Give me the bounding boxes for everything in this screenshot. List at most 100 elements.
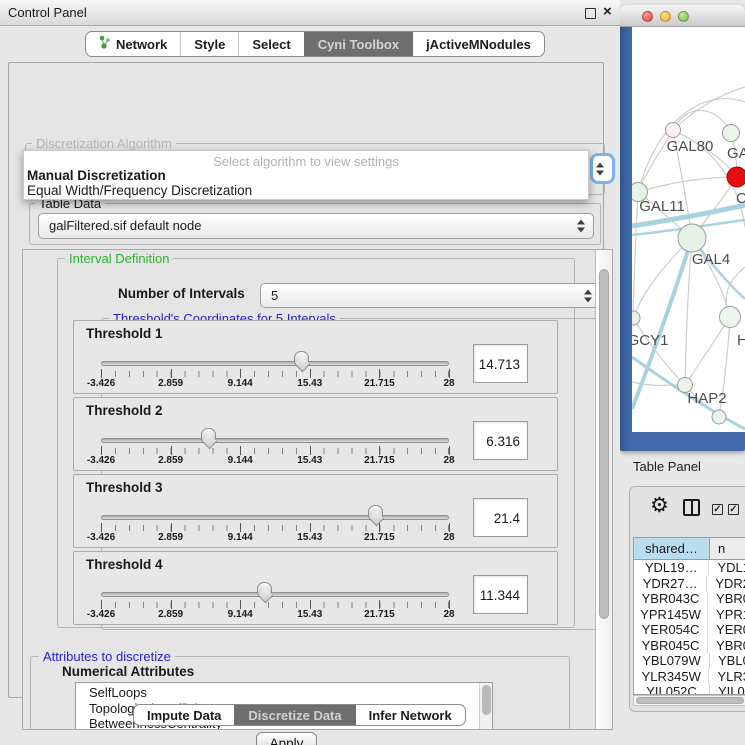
table-cell[interactable]: YDL1 xyxy=(709,560,745,576)
threshold-value-field[interactable]: 6.316 xyxy=(473,421,528,460)
vertical-scrollbar[interactable] xyxy=(595,250,612,729)
table-data-combobox[interactable]: galFiltered.sif default node xyxy=(38,213,594,239)
slider-thumb[interactable] xyxy=(294,351,309,364)
table-cell[interactable]: YBL079W xyxy=(634,653,710,669)
network-node[interactable] xyxy=(666,123,681,138)
table-cell[interactable]: YIL052C xyxy=(634,684,710,695)
columns-icon[interactable] xyxy=(683,499,700,516)
tab-select[interactable]: Select xyxy=(238,32,303,56)
slider-thumb[interactable] xyxy=(201,428,216,441)
tab-network[interactable]: Network xyxy=(86,32,180,56)
node-attribute-table: shared… n YDL19…YDL1YDR27…YDR2YBR043CYBR… xyxy=(633,537,745,695)
number-of-intervals-combobox[interactable]: 5 xyxy=(260,283,601,308)
table-cell[interactable]: YIL0 xyxy=(710,684,745,695)
table-cell[interactable]: YBR0 xyxy=(708,591,745,607)
table-cell[interactable]: YBR045C xyxy=(634,638,708,654)
float-window-icon[interactable] xyxy=(585,8,596,19)
slider-thumb[interactable] xyxy=(368,505,383,518)
scrollbar-thumb[interactable] xyxy=(636,697,744,704)
list-vertical-scrollbar[interactable] xyxy=(479,683,492,730)
tab-discretize-data[interactable]: Discretize Data xyxy=(234,705,354,725)
slider-track[interactable] xyxy=(101,438,449,443)
table-cell[interactable]: YPR145W xyxy=(634,607,708,623)
slider-track[interactable] xyxy=(101,515,449,520)
network-node-label: GAL4 xyxy=(692,251,730,268)
list-item[interactable]: SelfLoops xyxy=(89,685,492,701)
network-canvas[interactable]: GAL80GACGAL11GAL4GCY1HHAP2 xyxy=(632,27,745,432)
tick-label: 28 xyxy=(443,378,454,389)
dropdown-item-equal-width-frequency[interactable]: Equal Width/Frequency Discretization xyxy=(24,183,588,198)
threshold-slider[interactable]: -3.4262.8599.14415.4321.71528 xyxy=(101,552,449,626)
table-cell[interactable]: YLR345W xyxy=(634,669,709,685)
threshold-value-field[interactable]: 11.344 xyxy=(473,575,528,614)
table-cell[interactable]: YBR043C xyxy=(634,591,708,607)
network-node[interactable] xyxy=(678,224,706,252)
table-cell[interactable]: YBL0 xyxy=(710,653,745,669)
table-cell[interactable]: YER0 xyxy=(708,622,745,638)
tab-impute-data[interactable]: Impute Data xyxy=(134,705,234,725)
slider-thumb[interactable] xyxy=(257,582,272,595)
network-node[interactable] xyxy=(720,307,741,328)
table-row[interactable]: YBR045CYBR0 xyxy=(634,638,745,654)
table-cell[interactable]: YDR2 xyxy=(707,576,745,592)
table-row[interactable]: YBR043CYBR0 xyxy=(634,591,745,607)
tab-label: Cyni Toolbox xyxy=(318,37,399,52)
threshold-value-field[interactable]: 21.4 xyxy=(473,498,528,537)
network-node[interactable] xyxy=(723,125,740,142)
tick-label: -3.426 xyxy=(87,378,115,389)
table-cell[interactable]: YLR3 xyxy=(709,669,745,685)
network-node-label: GA xyxy=(727,145,745,162)
table-row[interactable]: YLR345WYLR3 xyxy=(634,669,745,685)
table-cell[interactable]: YDL19… xyxy=(634,560,709,576)
zoom-traffic-light-icon[interactable] xyxy=(678,11,689,22)
close-traffic-light-icon[interactable] xyxy=(642,11,653,22)
stepper-arrows-icon xyxy=(584,289,592,302)
column-header-shared-name[interactable]: shared… xyxy=(634,538,710,559)
table-row[interactable]: YBL079WYBL0 xyxy=(634,653,745,669)
network-icon xyxy=(99,35,111,53)
gear-icon[interactable]: ⚙ xyxy=(650,493,669,518)
table-cell[interactable]: YPR1 xyxy=(708,607,745,623)
threshold-value-field[interactable]: 14.713 xyxy=(473,344,528,383)
tab-infer-network[interactable]: Infer Network xyxy=(355,705,465,725)
network-node[interactable] xyxy=(632,311,640,325)
table-cell[interactable]: YDR27… xyxy=(634,576,707,592)
slider-ticks xyxy=(101,371,449,377)
threshold-slider[interactable]: -3.4262.8599.14415.4321.71528 xyxy=(101,475,449,549)
table-cell[interactable]: YER054C xyxy=(634,622,708,638)
close-icon[interactable]: × xyxy=(603,3,612,20)
checkbox-icon[interactable]: ✓ xyxy=(712,504,723,515)
slider-track[interactable] xyxy=(101,361,449,366)
tab-label: Infer Network xyxy=(369,708,452,723)
table-panel-toolbar: ⚙ ✓ ✓ xyxy=(630,487,745,535)
table-row[interactable]: YPR145WYPR1 xyxy=(634,607,745,623)
table-row[interactable]: YER054CYER0 xyxy=(634,622,745,638)
settings-scroll-area: Interval Definition Number of Intervals … xyxy=(22,249,613,730)
checkbox-icon[interactable]: ✓ xyxy=(728,504,739,515)
scrollbar-thumb[interactable] xyxy=(482,685,491,715)
table-row[interactable]: YDL19…YDL1 xyxy=(634,560,745,576)
dropdown-item-manual-discretization[interactable]: Manual Discretization xyxy=(24,168,588,183)
tab-jactivemnodules[interactable]: jActiveMNodules xyxy=(412,32,544,56)
tab-style[interactable]: Style xyxy=(180,32,238,56)
algorithm-combobox[interactable] xyxy=(593,156,612,181)
scrollbar-thumb[interactable] xyxy=(599,269,609,619)
tab-cyni-toolbox[interactable]: Cyni Toolbox xyxy=(304,32,412,56)
threshold-slider[interactable]: -3.4262.8599.14415.4321.71528 xyxy=(101,321,449,395)
network-node-label: GAL11 xyxy=(639,198,685,215)
slider-track[interactable] xyxy=(101,592,449,597)
table-cell[interactable]: YBR0 xyxy=(708,638,745,654)
table-row[interactable]: YIL052CYIL0 xyxy=(634,684,745,695)
table-row[interactable]: YDR27…YDR2 xyxy=(634,576,745,592)
tick-label: 9.144 xyxy=(228,609,253,620)
apply-button[interactable]: Apply xyxy=(256,732,317,745)
threshold-slider[interactable]: -3.4262.8599.14415.4321.71528 xyxy=(101,398,449,472)
network-node[interactable] xyxy=(712,410,726,424)
top-tab-bar: NetworkStyleSelect Cyni Toolbox jActiveMNo… xyxy=(85,31,545,57)
network-node[interactable] xyxy=(727,167,745,187)
column-header-name[interactable]: n xyxy=(710,538,745,559)
tick-label: 28 xyxy=(443,609,454,620)
horizontal-scrollbar[interactable] xyxy=(633,695,745,706)
cyni-toolbox-panel: Discretization Algorithm Select algorith… xyxy=(8,62,604,698)
minimize-traffic-light-icon[interactable] xyxy=(660,11,671,22)
